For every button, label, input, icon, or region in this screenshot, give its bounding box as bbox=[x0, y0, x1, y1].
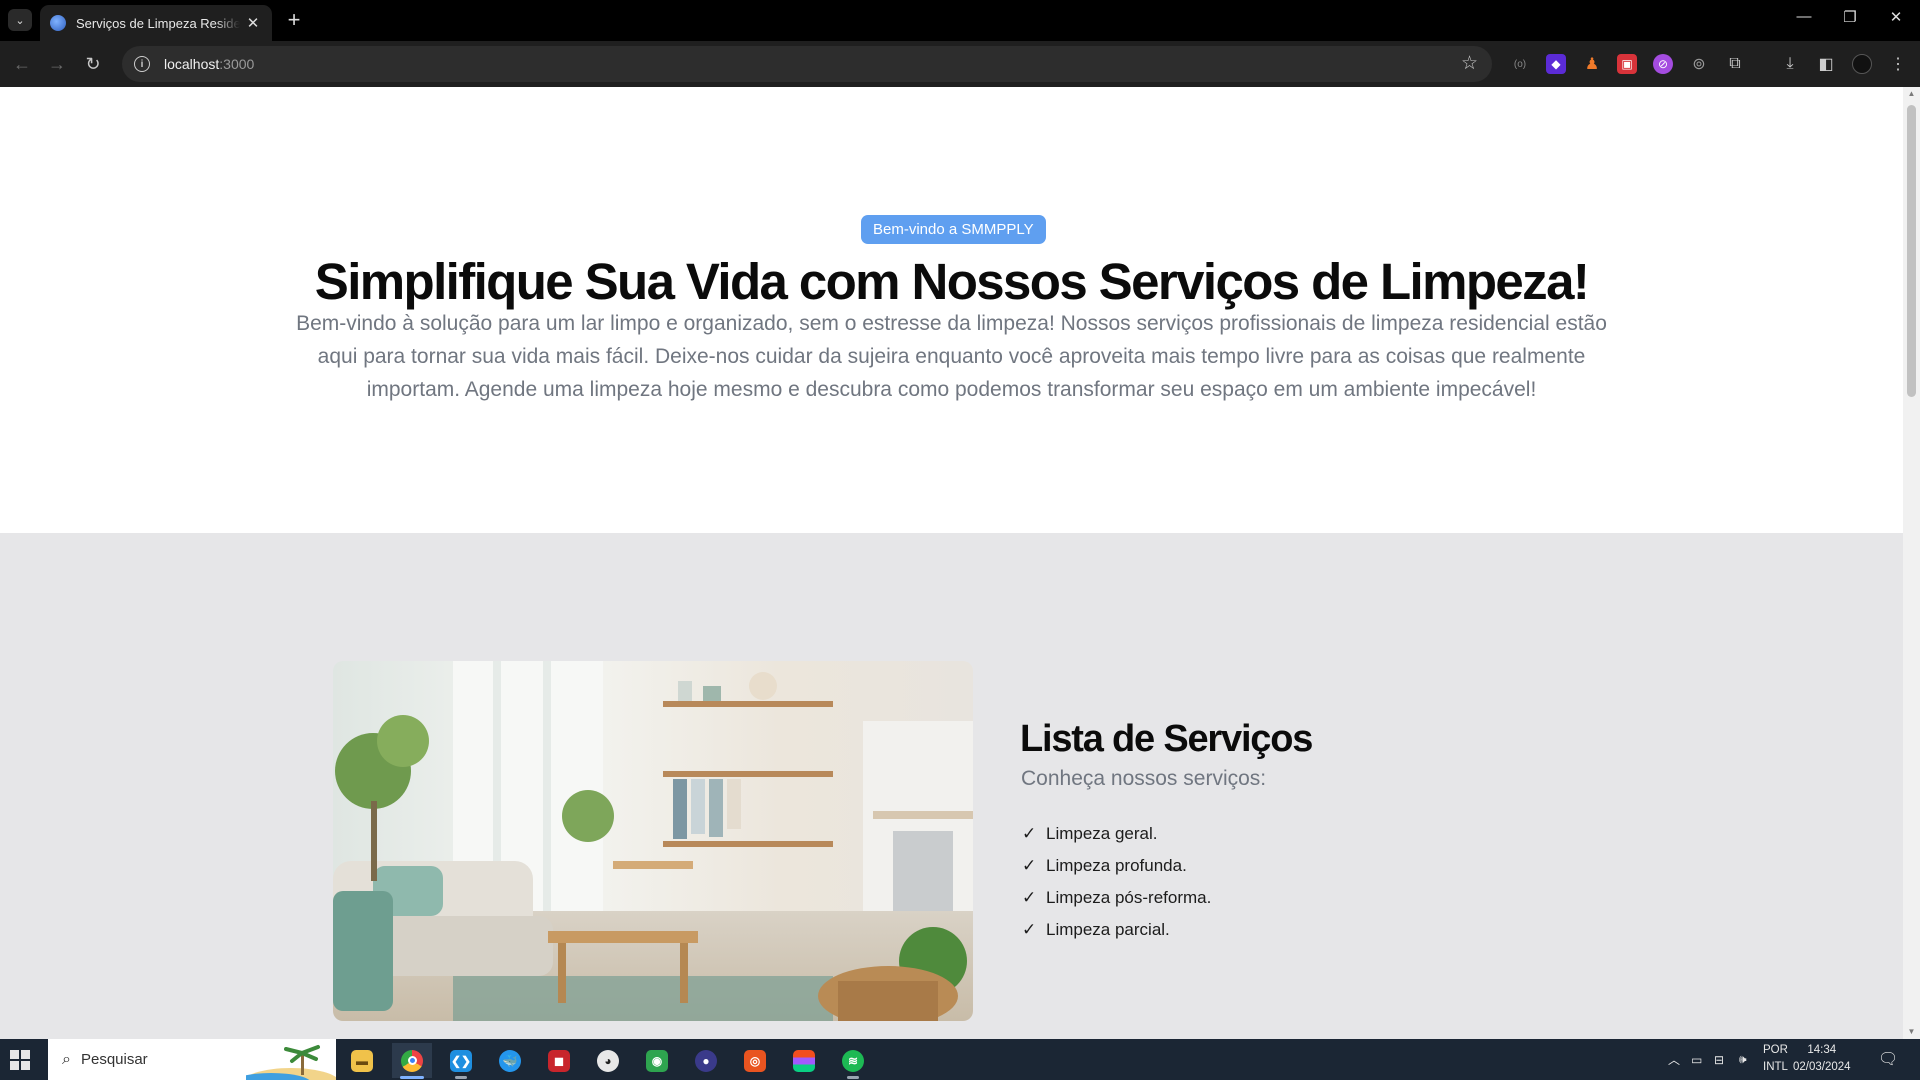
close-window-icon[interactable]: ✕ bbox=[1876, 8, 1916, 26]
hero-description: Bem-vindo à solução para um lar limpo e … bbox=[296, 312, 1607, 401]
scroll-down-arrow-icon[interactable]: ▼ bbox=[1903, 1025, 1920, 1039]
taskbar-search-box[interactable]: ⌕ Pesquisar bbox=[48, 1039, 336, 1080]
search-placeholder: Pesquisar bbox=[80, 1051, 148, 1068]
keyboard-layout: INTL bbox=[1763, 1061, 1788, 1073]
search-highlight-beach-icon bbox=[246, 1045, 336, 1080]
page-viewport: Bem-vindo a SMMPPLY Simplifique Sua Vida… bbox=[0, 87, 1903, 1039]
side-panel-icon[interactable]: ◧ bbox=[1816, 54, 1836, 74]
url-port: :3000 bbox=[219, 56, 255, 72]
extension-orange-icon[interactable]: ♟ bbox=[1582, 54, 1602, 74]
services-section: Lista de Serviços Conheça nossos serviço… bbox=[0, 533, 1903, 1039]
windows-start-icon[interactable] bbox=[10, 1050, 30, 1070]
services-subtitle: Conheça nossos serviços: bbox=[1021, 767, 1267, 790]
check-icon: ✓ bbox=[1022, 856, 1037, 875]
tab-close-icon[interactable]: ✕ bbox=[244, 14, 262, 32]
back-arrow-icon[interactable]: ← bbox=[9, 51, 35, 77]
service-label: Limpeza profunda. bbox=[1046, 856, 1187, 875]
spotify-icon[interactable]: ≋ bbox=[833, 1043, 873, 1079]
service-label: Limpeza geral. bbox=[1046, 824, 1158, 843]
extension-red-icon[interactable]: ▣ bbox=[1617, 54, 1637, 74]
site-info-icon[interactable]: i bbox=[134, 56, 150, 72]
notification-center-icon[interactable]: 🗨 bbox=[1878, 1049, 1900, 1069]
vscode-icon[interactable]: ❮❯ bbox=[441, 1043, 481, 1079]
browser-toolbar: ← → ↻ i localhost :3000 ☆ (o) ◆ ♟ ▣ ⊘ ⊚ … bbox=[0, 41, 1920, 87]
service-label: Limpeza pós-reforma. bbox=[1046, 888, 1212, 907]
download-icon[interactable]: ⤓ bbox=[1780, 54, 1800, 74]
extension-gray-icon[interactable]: ⊚ bbox=[1689, 54, 1709, 74]
check-icon: ✓ bbox=[1022, 920, 1037, 939]
eclipse-app-icon[interactable]: ● bbox=[686, 1043, 726, 1078]
scrollbar-thumb[interactable] bbox=[1907, 105, 1916, 397]
services-title: Lista de Serviços bbox=[1020, 718, 1313, 760]
search-icon: ⌕ bbox=[62, 1050, 71, 1068]
green-chat-app-icon[interactable]: ◉ bbox=[637, 1043, 677, 1078]
reload-icon[interactable]: ↻ bbox=[80, 51, 106, 77]
docker-icon[interactable]: 🐳 bbox=[490, 1043, 530, 1078]
url-host: localhost bbox=[164, 56, 220, 72]
check-icon: ✓ bbox=[1022, 824, 1037, 843]
more-menu-icon[interactable]: ⋮ bbox=[1888, 54, 1908, 74]
globe-favicon-icon bbox=[50, 15, 66, 31]
github-desktop-icon[interactable]: ◕ bbox=[588, 1043, 628, 1078]
taskbar-clock[interactable]: 14:34 02/03/2024 bbox=[1793, 1042, 1851, 1076]
page-scrollbar[interactable]: ▲ ▼ bbox=[1903, 87, 1920, 1039]
list-item: ✓ Limpeza pós-reforma. bbox=[1022, 882, 1211, 914]
extensions-puzzle-icon[interactable]: ⧉ bbox=[1725, 54, 1745, 74]
clock-time: 14:34 bbox=[1807, 1044, 1837, 1056]
welcome-badge: Bem-vindo a SMMPPLY bbox=[861, 215, 1046, 244]
browser-tab-active[interactable]: Serviços de Limpeza Residencial ✕ bbox=[40, 5, 272, 41]
bookmark-star-icon[interactable]: ☆ bbox=[1461, 52, 1478, 75]
restore-icon[interactable]: ❐ bbox=[1830, 8, 1870, 26]
check-icon: ✓ bbox=[1022, 888, 1037, 907]
forward-arrow-icon[interactable]: → bbox=[44, 51, 70, 77]
file-explorer-icon[interactable]: ▬ bbox=[342, 1043, 382, 1078]
tab-search-chevron-icon[interactable]: ⌄ bbox=[8, 9, 32, 31]
new-tab-plus-icon[interactable]: + bbox=[282, 7, 306, 32]
cleaning-room-image bbox=[333, 661, 973, 1021]
extension-purple-icon[interactable]: ◆ bbox=[1546, 54, 1566, 74]
meet-now-icon[interactable]: ▭ bbox=[1691, 1039, 1702, 1080]
scroll-up-arrow-icon[interactable]: ▲ bbox=[1903, 87, 1920, 101]
extension-bracket-icon[interactable]: (o) bbox=[1510, 54, 1530, 74]
figma-icon[interactable] bbox=[784, 1043, 824, 1078]
language-code: POR bbox=[1763, 1044, 1788, 1056]
address-bar[interactable]: i localhost :3000 ☆ bbox=[122, 46, 1492, 82]
minimize-icon[interactable]: — bbox=[1784, 8, 1824, 25]
profile-avatar[interactable] bbox=[1852, 54, 1872, 74]
extension-compass-icon[interactable]: ⊘ bbox=[1653, 54, 1673, 74]
list-item: ✓ Limpeza profunda. bbox=[1022, 850, 1211, 882]
service-label: Limpeza parcial. bbox=[1046, 920, 1170, 939]
browser-titlebar: ⌄ Serviços de Limpeza Residencial ✕ + — … bbox=[0, 0, 1920, 41]
hero-section: Bem-vindo a SMMPPLY Simplifique Sua Vida… bbox=[0, 87, 1903, 533]
tab-title: Serviços de Limpeza Residencial bbox=[76, 15, 240, 31]
chrome-taskbar-icon[interactable] bbox=[392, 1043, 432, 1079]
clock-date: 02/03/2024 bbox=[1793, 1061, 1851, 1073]
ubuntu-icon[interactable]: ◎ bbox=[735, 1043, 775, 1078]
red-cube-app-icon[interactable]: ◼ bbox=[539, 1043, 579, 1078]
network-icon[interactable]: ⊟ bbox=[1714, 1039, 1724, 1080]
list-item: ✓ Limpeza geral. bbox=[1022, 818, 1211, 850]
volume-icon[interactable]: 🕪 bbox=[1739, 1039, 1747, 1080]
tray-overflow-chevron-icon[interactable]: ︿ bbox=[1668, 1039, 1680, 1080]
list-item: ✓ Limpeza parcial. bbox=[1022, 914, 1211, 946]
windows-taskbar: ⌕ Pesquisar ▬ ❮❯ 🐳 ◼ ◕ ◉ ● ◎ ≋ ︿ ▭ ⊟ 🕪 P… bbox=[0, 1039, 1920, 1080]
services-list: ✓ Limpeza geral. ✓ Limpeza profunda. ✓ Limp… bbox=[1022, 818, 1211, 946]
language-indicator[interactable]: POR INTL bbox=[1763, 1042, 1788, 1076]
